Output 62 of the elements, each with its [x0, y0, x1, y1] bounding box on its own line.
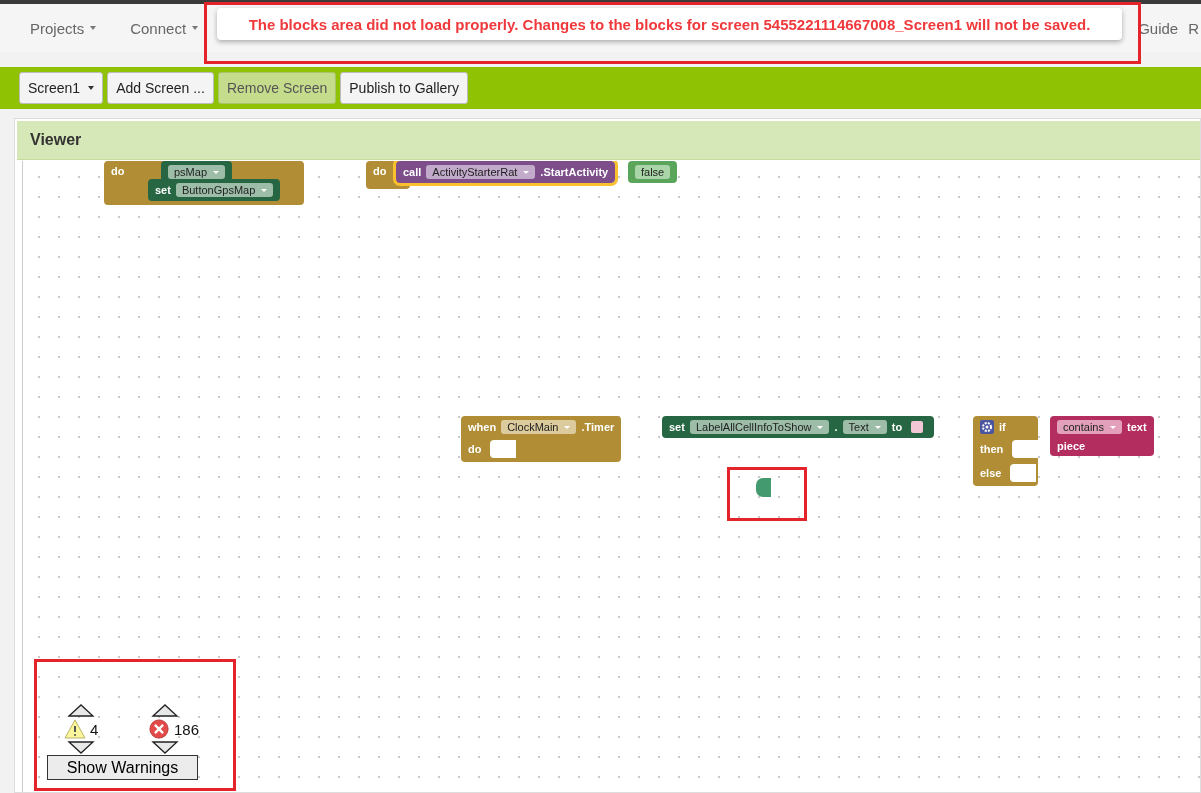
- block-label: if: [999, 421, 1006, 433]
- code-block[interactable]: false: [628, 161, 678, 183]
- block-dropdown[interactable]: ClockMain: [501, 420, 577, 434]
- block-slot: [490, 440, 517, 458]
- nav-menu-item[interactable]: Projects: [30, 19, 97, 37]
- previous-arrow-icon[interactable]: [67, 703, 95, 717]
- caret-icon: [88, 86, 95, 90]
- block-label: do: [111, 165, 125, 177]
- error-icon: [148, 719, 170, 739]
- text-string-slot[interactable]: [911, 421, 924, 433]
- viewer-title: Viewer: [30, 131, 82, 149]
- block-label: .: [834, 421, 838, 433]
- caret-icon: [90, 26, 97, 30]
- code-block[interactable]: contains text piece: [1050, 416, 1154, 456]
- next-arrow-icon[interactable]: [67, 741, 95, 755]
- nav-menu-item[interactable]: R: [1188, 19, 1199, 37]
- code-block[interactable]: call ActivityStarterRat .StartActivity: [396, 161, 616, 183]
- caret-icon: [523, 170, 530, 174]
- block-label: set: [155, 184, 171, 196]
- toolbar-button[interactable]: Add Screen ...: [107, 72, 214, 104]
- block-label: piece: [1057, 440, 1086, 452]
- block-slot: [1012, 440, 1039, 458]
- block-dropdown[interactable]: psMap: [168, 165, 226, 179]
- caret-icon: [874, 425, 881, 429]
- previous-arrow-icon[interactable]: [151, 703, 179, 717]
- warning-count: 4: [90, 720, 99, 738]
- toolbar-button[interactable]: Publish to Gallery: [340, 72, 468, 104]
- block-label: text: [1127, 421, 1147, 433]
- warning-icon: [64, 719, 86, 739]
- block-slot: [1010, 464, 1037, 482]
- block-label: set: [669, 421, 685, 433]
- block-label: .Timer: [581, 421, 615, 433]
- code-block[interactable]: set LabelAllCellInfoToShow . Text to: [662, 416, 935, 438]
- block-label: .StartActivity: [540, 166, 609, 178]
- caret-icon: [213, 170, 220, 174]
- caret-icon: [817, 425, 824, 429]
- block-label: else: [980, 467, 1002, 479]
- caret-icon: [564, 425, 571, 429]
- caret-icon: [1110, 425, 1116, 429]
- block-label: to: [891, 421, 903, 433]
- code-block[interactable]: when ClockMain .Timer do: [461, 416, 622, 462]
- block-fragment[interactable]: [756, 478, 771, 497]
- block-label: do: [373, 165, 387, 177]
- block-dropdown[interactable]: ButtonGpsMap: [175, 183, 274, 197]
- caret-icon: [192, 26, 199, 30]
- caret-icon: [261, 188, 268, 192]
- gear-icon[interactable]: [980, 420, 994, 434]
- code-block[interactable]: set ButtonGpsMap: [148, 179, 281, 201]
- block-value: false: [635, 165, 671, 179]
- toolbar-button[interactable]: Screen1: [19, 72, 104, 104]
- nav-menu-item[interactable]: Connect: [130, 19, 199, 37]
- block-label: do: [468, 443, 482, 455]
- block-dropdown[interactable]: contains: [1057, 420, 1122, 434]
- block-label: then: [980, 443, 1004, 455]
- block-label: when: [468, 421, 497, 433]
- next-arrow-icon[interactable]: [151, 741, 179, 755]
- error-message: The blocks area did not load properly. Changes to the blocks for screen 5455221114667008_Screen1 will not be saved.: [248, 15, 1091, 33]
- show-warnings-button[interactable]: Show Warnings: [47, 755, 198, 780]
- block-dropdown[interactable]: Text: [842, 420, 887, 434]
- block-dropdown[interactable]: ActivityStarterRat: [426, 165, 536, 179]
- error-count: 186: [174, 720, 200, 738]
- block-dropdown[interactable]: LabelAllCellInfoToShow: [689, 420, 830, 434]
